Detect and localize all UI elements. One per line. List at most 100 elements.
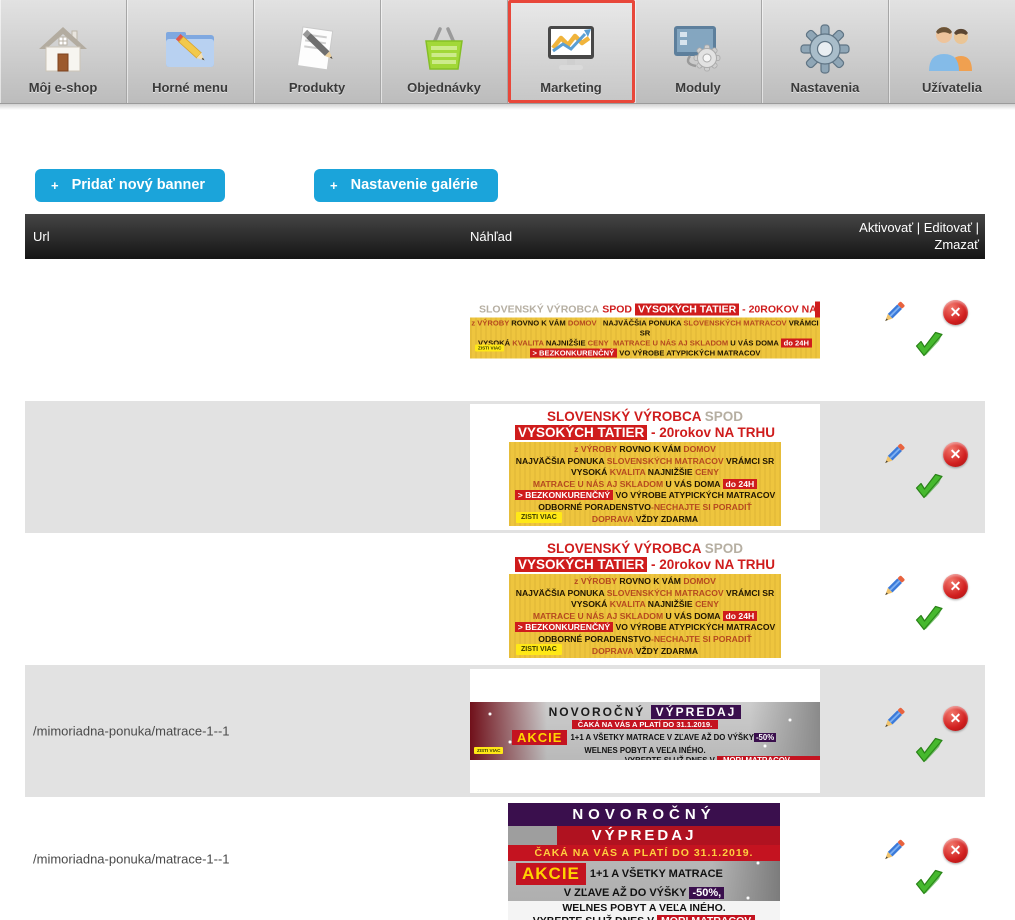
nav-item-nastavenia[interactable]: Nastavenia — [762, 0, 889, 103]
edit-pencil-icon[interactable] — [880, 705, 907, 732]
activate-check-icon[interactable] — [913, 330, 944, 358]
banner-akcie-line: AKCIE 1+1 A VŠETKY MATRACE V ZĽAVE AŽ DO… — [470, 730, 820, 745]
edit-pencil-icon[interactable] — [880, 837, 907, 864]
folder-pencil-icon — [163, 18, 217, 80]
plus-icon: + — [330, 178, 338, 193]
nav-label: Užívatelia — [922, 80, 982, 95]
banner-text: NAJNIŽŠIE — [546, 339, 586, 348]
banner-text: SLOVENSKÝCH MATRACOV — [607, 588, 724, 598]
banner-text-line: WELNES POBYT A VEĽA INÉHO. — [470, 746, 820, 755]
column-header-url: Url — [33, 229, 50, 244]
activate-check-icon[interactable] — [913, 472, 944, 500]
banner-subtitle: ČAKÁ NA VÁS A PLATÍ DO 31.1.2019. — [470, 720, 820, 729]
banner-text: z VÝROBY — [574, 444, 617, 454]
banner-text: V ZĽAVE AŽ DO VÝŠKY — [564, 887, 687, 899]
banner-text: do 24H — [781, 339, 812, 348]
banner-tatry-tall[interactable]: SLOVENSKÝ VÝROBCA SPOD VYSOKÝCH TATIER -… — [509, 539, 781, 659]
nav-item-moduly[interactable]: Moduly — [635, 0, 762, 103]
banner-host: SLOVENSKÝ VÝROBCA SPOD VYSOKÝCH TATIER -… — [470, 404, 820, 530]
banner-text: ODBORNÉ PORADENSTVO — [538, 634, 651, 644]
column-header-preview: Náhľad — [470, 229, 512, 244]
banner-text: ČAKÁ NA VÁS A PLATÍ DO 31.1.2019. — [572, 720, 718, 729]
add-banner-button[interactable]: + Pridať nový banner — [35, 169, 225, 202]
banner-text-line: V ZĽAVE AŽ DO VÝŠKY -50%, — [508, 887, 780, 899]
banner-text: VO VÝROBE ATYPICKÝCH MATRACOV — [616, 490, 776, 500]
banner-novorocny-tall[interactable]: NOVOROČNÝ VÝPREDAJ ČAKÁ NA VÁS A PLATÍ D… — [508, 803, 780, 920]
banner-text: CENY — [695, 599, 719, 609]
nav-item-horne-menu[interactable]: Horné menu — [127, 0, 254, 103]
nav-item-uzivatelia[interactable]: Užívatelia — [889, 0, 1015, 103]
activate-check-icon[interactable] — [913, 736, 944, 764]
delete-x-glyph: ✕ — [943, 838, 968, 863]
banner-text: DOPRAVA — [592, 514, 633, 524]
banner-text: DOMOV — [683, 576, 715, 586]
banner-text: VO VÝROBE ATYPICKÝCH MATRACOV — [619, 349, 760, 358]
banner-text: AKCIE — [512, 730, 567, 745]
column-header-actions-line1: Aktivovať | Editovať | — [859, 219, 979, 236]
banner-text: KVALITA — [610, 599, 646, 609]
plus-icon: + — [51, 178, 59, 193]
banner-image-block: SLOVENSKÝ VÝROBCA SPOD VYSOKÝCH TATIER -… — [470, 404, 820, 530]
delete-x-glyph: ✕ — [943, 706, 968, 731]
banner-novorocny-wide[interactable]: NOVOROČNÝ VÝPREDAJ ČAKÁ NA VÁS A PLATÍ D… — [470, 702, 820, 760]
banner-image-block: SLOVENSKÝ VÝROBCA SPOD VYSOKÝCH TATIER -… — [470, 536, 820, 662]
banner-text-line: VYBERTE SI UŽ DNES V MORI MATRACOV — [470, 756, 820, 760]
banner-title: SLOVENSKÝ VÝROBCA SPOD VYSOKÝCH TATIER -… — [470, 302, 820, 318]
table-row: SLOVENSKÝ VÝROBCA SPOD VYSOKÝCH TATIER -… — [25, 533, 985, 665]
nav-item-objednavky[interactable]: Objednávky — [381, 0, 508, 103]
banner-text: VÝPREDAJ — [651, 705, 742, 719]
banner-tatry-tall[interactable]: SLOVENSKÝ VÝROBCA SPOD VYSOKÝCH TATIER -… — [509, 407, 781, 527]
banner-text: VYSOKÝCH TATIER — [515, 425, 647, 440]
banner-subtitle: ČAKÁ NA VÁS A PLATÍ DO 31.1.2019. — [508, 845, 780, 861]
activate-check-icon[interactable] — [913, 868, 944, 896]
zisti-viac-badge: ZISTI VIAC — [516, 644, 562, 655]
delete-x-glyph: ✕ — [943, 300, 968, 325]
delete-icon[interactable]: ✕ — [943, 574, 968, 599]
column-header-actions-line2: Zmazať — [859, 236, 979, 253]
activate-check-icon[interactable] — [913, 604, 944, 632]
banner-text: SLOVENSKÝ VÝROBCA — [547, 541, 701, 556]
monitor-chart-icon — [543, 18, 599, 80]
banner-title: NOVOROČNÝ — [508, 803, 780, 826]
top-navigation: Môj e-shop Horné menu — [0, 0, 1015, 104]
delete-icon[interactable]: ✕ — [943, 442, 968, 467]
nav-item-produkty[interactable]: Produkty — [254, 0, 381, 103]
delete-icon[interactable]: ✕ — [943, 706, 968, 731]
table-row: /mimoriadna-ponuka/matrace-1--1 NOVOROČN… — [25, 665, 985, 797]
nav-label: Marketing — [540, 80, 601, 95]
banner-text: U VÁS DOMA — [666, 479, 721, 489]
banner-text: NAJVÄČŠIA PONUKA — [516, 588, 605, 598]
gallery-settings-button[interactable]: + Nastavenie galérie — [314, 169, 498, 202]
banner-text: 1+1 A VŠETKY MATRACE — [590, 868, 723, 880]
banner-text: z VÝROBY — [574, 576, 617, 586]
banner-host: NOVOROČNÝ VÝPREDAJ ČAKÁ NA VÁS A PLATÍ D… — [508, 803, 780, 920]
banner-text: VRÁMCI SR — [726, 456, 774, 466]
banner-text: - 20rokov NA TRHU — [651, 425, 775, 440]
banner-text: VYSOKÁ — [571, 467, 607, 477]
gear-icon — [798, 18, 852, 80]
banner-tatry-wide[interactable]: SLOVENSKÝ VÝROBCA SPOD VYSOKÝCH TATIER -… — [470, 302, 820, 359]
nav-item-moj-eshop[interactable]: Môj e-shop — [0, 0, 127, 103]
delete-icon[interactable]: ✕ — [943, 300, 968, 325]
banner-text: -NECHAJTE SI PORADIŤ — [651, 502, 752, 512]
banner-text: CENY — [588, 339, 609, 348]
banner-title: SLOVENSKÝ VÝROBCA SPOD VYSOKÝCH TATIER -… — [509, 539, 781, 574]
nav-item-marketing[interactable]: Marketing — [508, 0, 635, 103]
banner-text: do 24H — [723, 479, 758, 489]
table-header: Url Náhľad Aktivovať | Editovať | Zmazať — [25, 214, 985, 259]
edit-pencil-icon[interactable] — [880, 573, 907, 600]
banner-image-block: NOVOROČNÝ VÝPREDAJ ČAKÁ NA VÁS A PLATÍ D… — [470, 669, 820, 793]
banner-text: VŽDY ZDARMA — [636, 646, 698, 656]
edit-pencil-icon[interactable] — [880, 299, 907, 326]
delete-icon[interactable]: ✕ — [943, 838, 968, 863]
banner-text: MATRACE U NÁS AJ SKLADOM — [533, 479, 663, 489]
banner-text: 1+1 A VŠETKY MATRACE V ZĽAVE AŽ DO VÝŠKY — [570, 733, 753, 742]
table-body: SLOVENSKÝ VÝROBCA SPOD VYSOKÝCH TATIER -… — [25, 259, 985, 920]
delete-x-glyph: ✕ — [943, 442, 968, 467]
column-header-actions: Aktivovať | Editovať | Zmazať — [859, 219, 979, 253]
edit-pencil-icon[interactable] — [880, 441, 907, 468]
nav-shadow — [0, 104, 1015, 110]
banner-text: VO VÝROBE ATYPICKÝCH MATRACOV — [616, 622, 776, 632]
banner-text: ODBORNÉ PORADENSTVO — [538, 502, 651, 512]
banner-text: > BEZKONKURENČNÝ — [515, 490, 613, 500]
